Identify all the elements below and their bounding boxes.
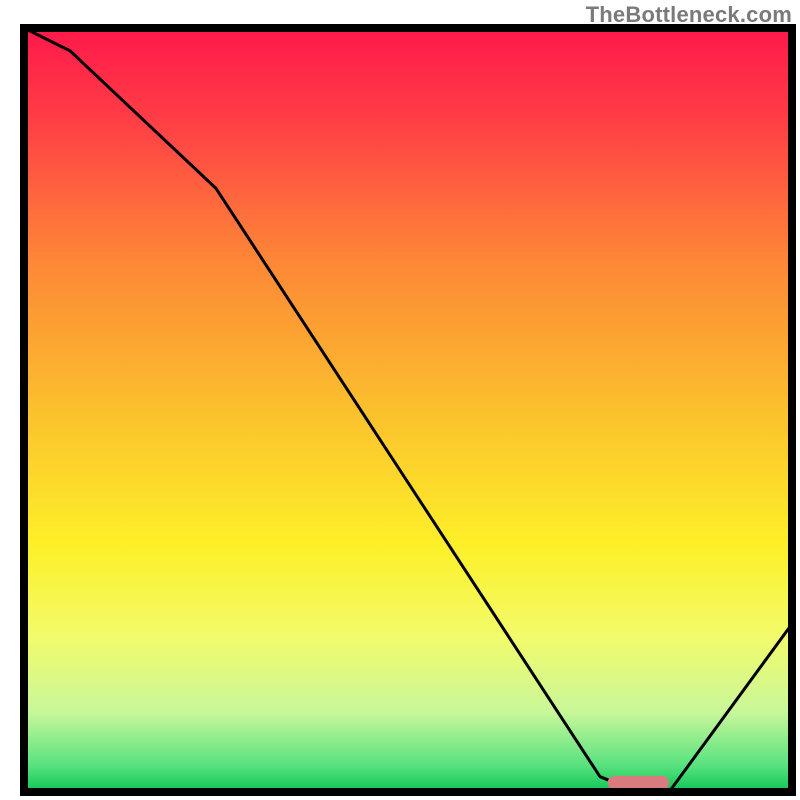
optimal-marker bbox=[608, 776, 669, 790]
gradient-background bbox=[28, 32, 788, 788]
chart-container: TheBottleneck.com bbox=[0, 0, 800, 800]
watermark-text: TheBottleneck.com bbox=[586, 2, 792, 28]
bottleneck-chart bbox=[0, 0, 800, 800]
